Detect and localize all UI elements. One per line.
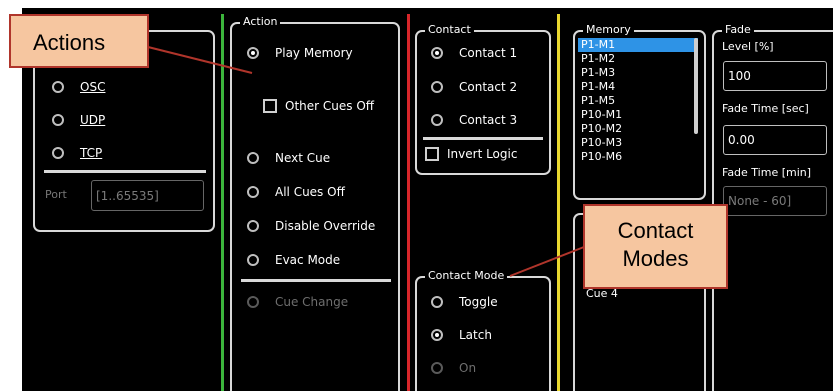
actions-callout: Actions xyxy=(9,14,149,68)
app-root: OSC UDP TCP Port [1..65535] Action Play … xyxy=(0,0,833,391)
actions-callout-text: Actions xyxy=(33,30,106,55)
contact-modes-callout-line2: Modes xyxy=(622,246,689,271)
actions-arrow-line xyxy=(147,46,253,74)
contact-modes-callout-line1: Contact xyxy=(617,218,694,243)
contact-modes-arrow-line xyxy=(509,246,585,277)
contact-modes-callout: Contact Modes xyxy=(583,204,728,289)
